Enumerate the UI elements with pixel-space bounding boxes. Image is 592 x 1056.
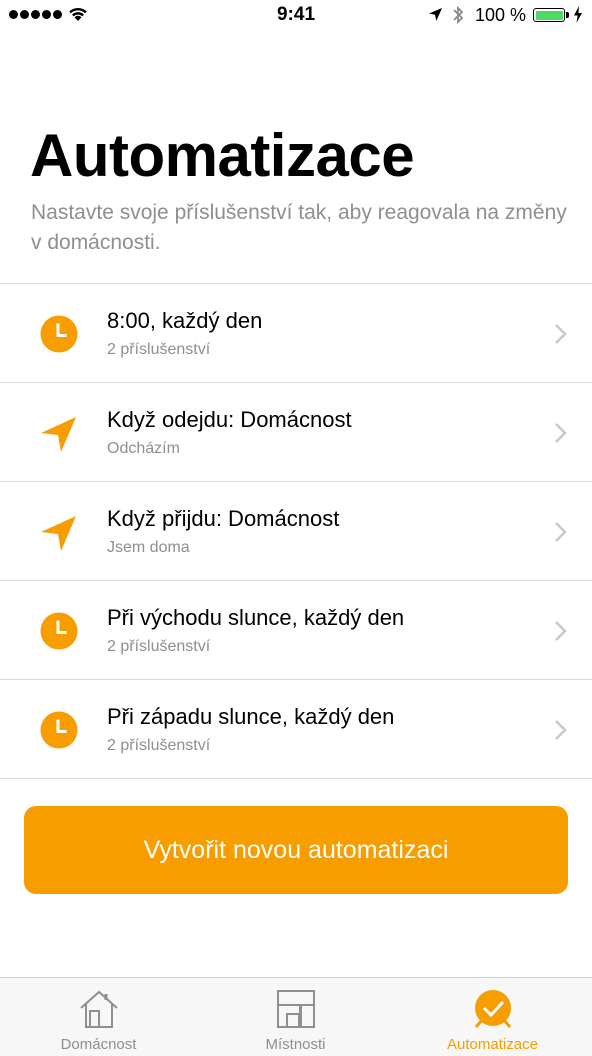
tab-rooms[interactable]: Místnosti	[197, 978, 394, 1056]
automation-subtitle: Jsem doma	[107, 539, 190, 556]
automation-title: Když odejdu: Domácnost	[107, 407, 352, 432]
tab-label: Domácnost	[60, 1036, 137, 1053]
automation-subtitle: 2 příslušenství	[107, 737, 211, 754]
battery-icon	[533, 8, 569, 22]
chevron-right-icon	[555, 621, 567, 641]
tab-label: Automatizace	[447, 1036, 538, 1053]
automation-row[interactable]: Když odejdu: Domácnost Odcházím	[0, 383, 592, 482]
automation-subtitle: 2 příslušenství	[107, 341, 211, 358]
automation-list: 8:00, každý den 2 příslušenství Když ode…	[0, 283, 592, 779]
bluetooth-icon	[453, 5, 464, 25]
automation-row[interactable]: Při východu slunce, každý den 2 přísluše…	[0, 581, 592, 680]
clock-icon	[40, 711, 78, 749]
chevron-right-icon	[555, 423, 567, 443]
automation-title: Když přijdu: Domácnost	[107, 506, 340, 531]
location-arrow-icon	[41, 516, 76, 551]
chevron-right-icon	[555, 522, 567, 542]
automation-row[interactable]: Když přijdu: Domácnost Jsem doma	[0, 482, 592, 581]
tab-home[interactable]: Domácnost	[0, 978, 197, 1056]
status-bar: 9:41 100 %	[0, 0, 592, 30]
charging-bolt-icon	[574, 6, 582, 23]
page-title: Automatizace	[30, 122, 415, 189]
automation-title: 8:00, každý den	[107, 308, 263, 333]
chevron-right-icon	[555, 720, 567, 740]
rooms-icon	[276, 990, 315, 1028]
create-automation-button[interactable]: Vytvořit novou automatizaci	[24, 806, 568, 894]
automation-row[interactable]: Při západu slunce, každý den 2 příslušen…	[0, 680, 592, 779]
clock-icon	[40, 315, 78, 353]
automation-title: Při západu slunce, každý den	[107, 704, 395, 729]
location-arrow-icon	[41, 417, 76, 452]
automation-subtitle: 2 příslušenství	[107, 638, 211, 655]
tab-label: Místnosti	[265, 1036, 326, 1053]
tab-bar: Domácnost Místnosti Automatizace	[0, 977, 592, 1056]
tab-automation[interactable]: Automatizace	[394, 978, 591, 1056]
page-subtitle: Nastavte svoje příslušenství tak, aby re…	[31, 201, 567, 254]
battery-percent: 100 %	[475, 5, 527, 25]
automation-check-icon	[474, 990, 511, 1028]
clock-icon	[40, 612, 78, 650]
chevron-right-icon	[555, 324, 567, 344]
automation-subtitle: Odcházím	[107, 440, 180, 457]
location-arrow-icon	[429, 8, 442, 21]
automation-title: Při východu slunce, každý den	[107, 605, 405, 630]
automation-row[interactable]: 8:00, každý den 2 příslušenství	[0, 284, 592, 383]
house-icon	[79, 990, 118, 1028]
